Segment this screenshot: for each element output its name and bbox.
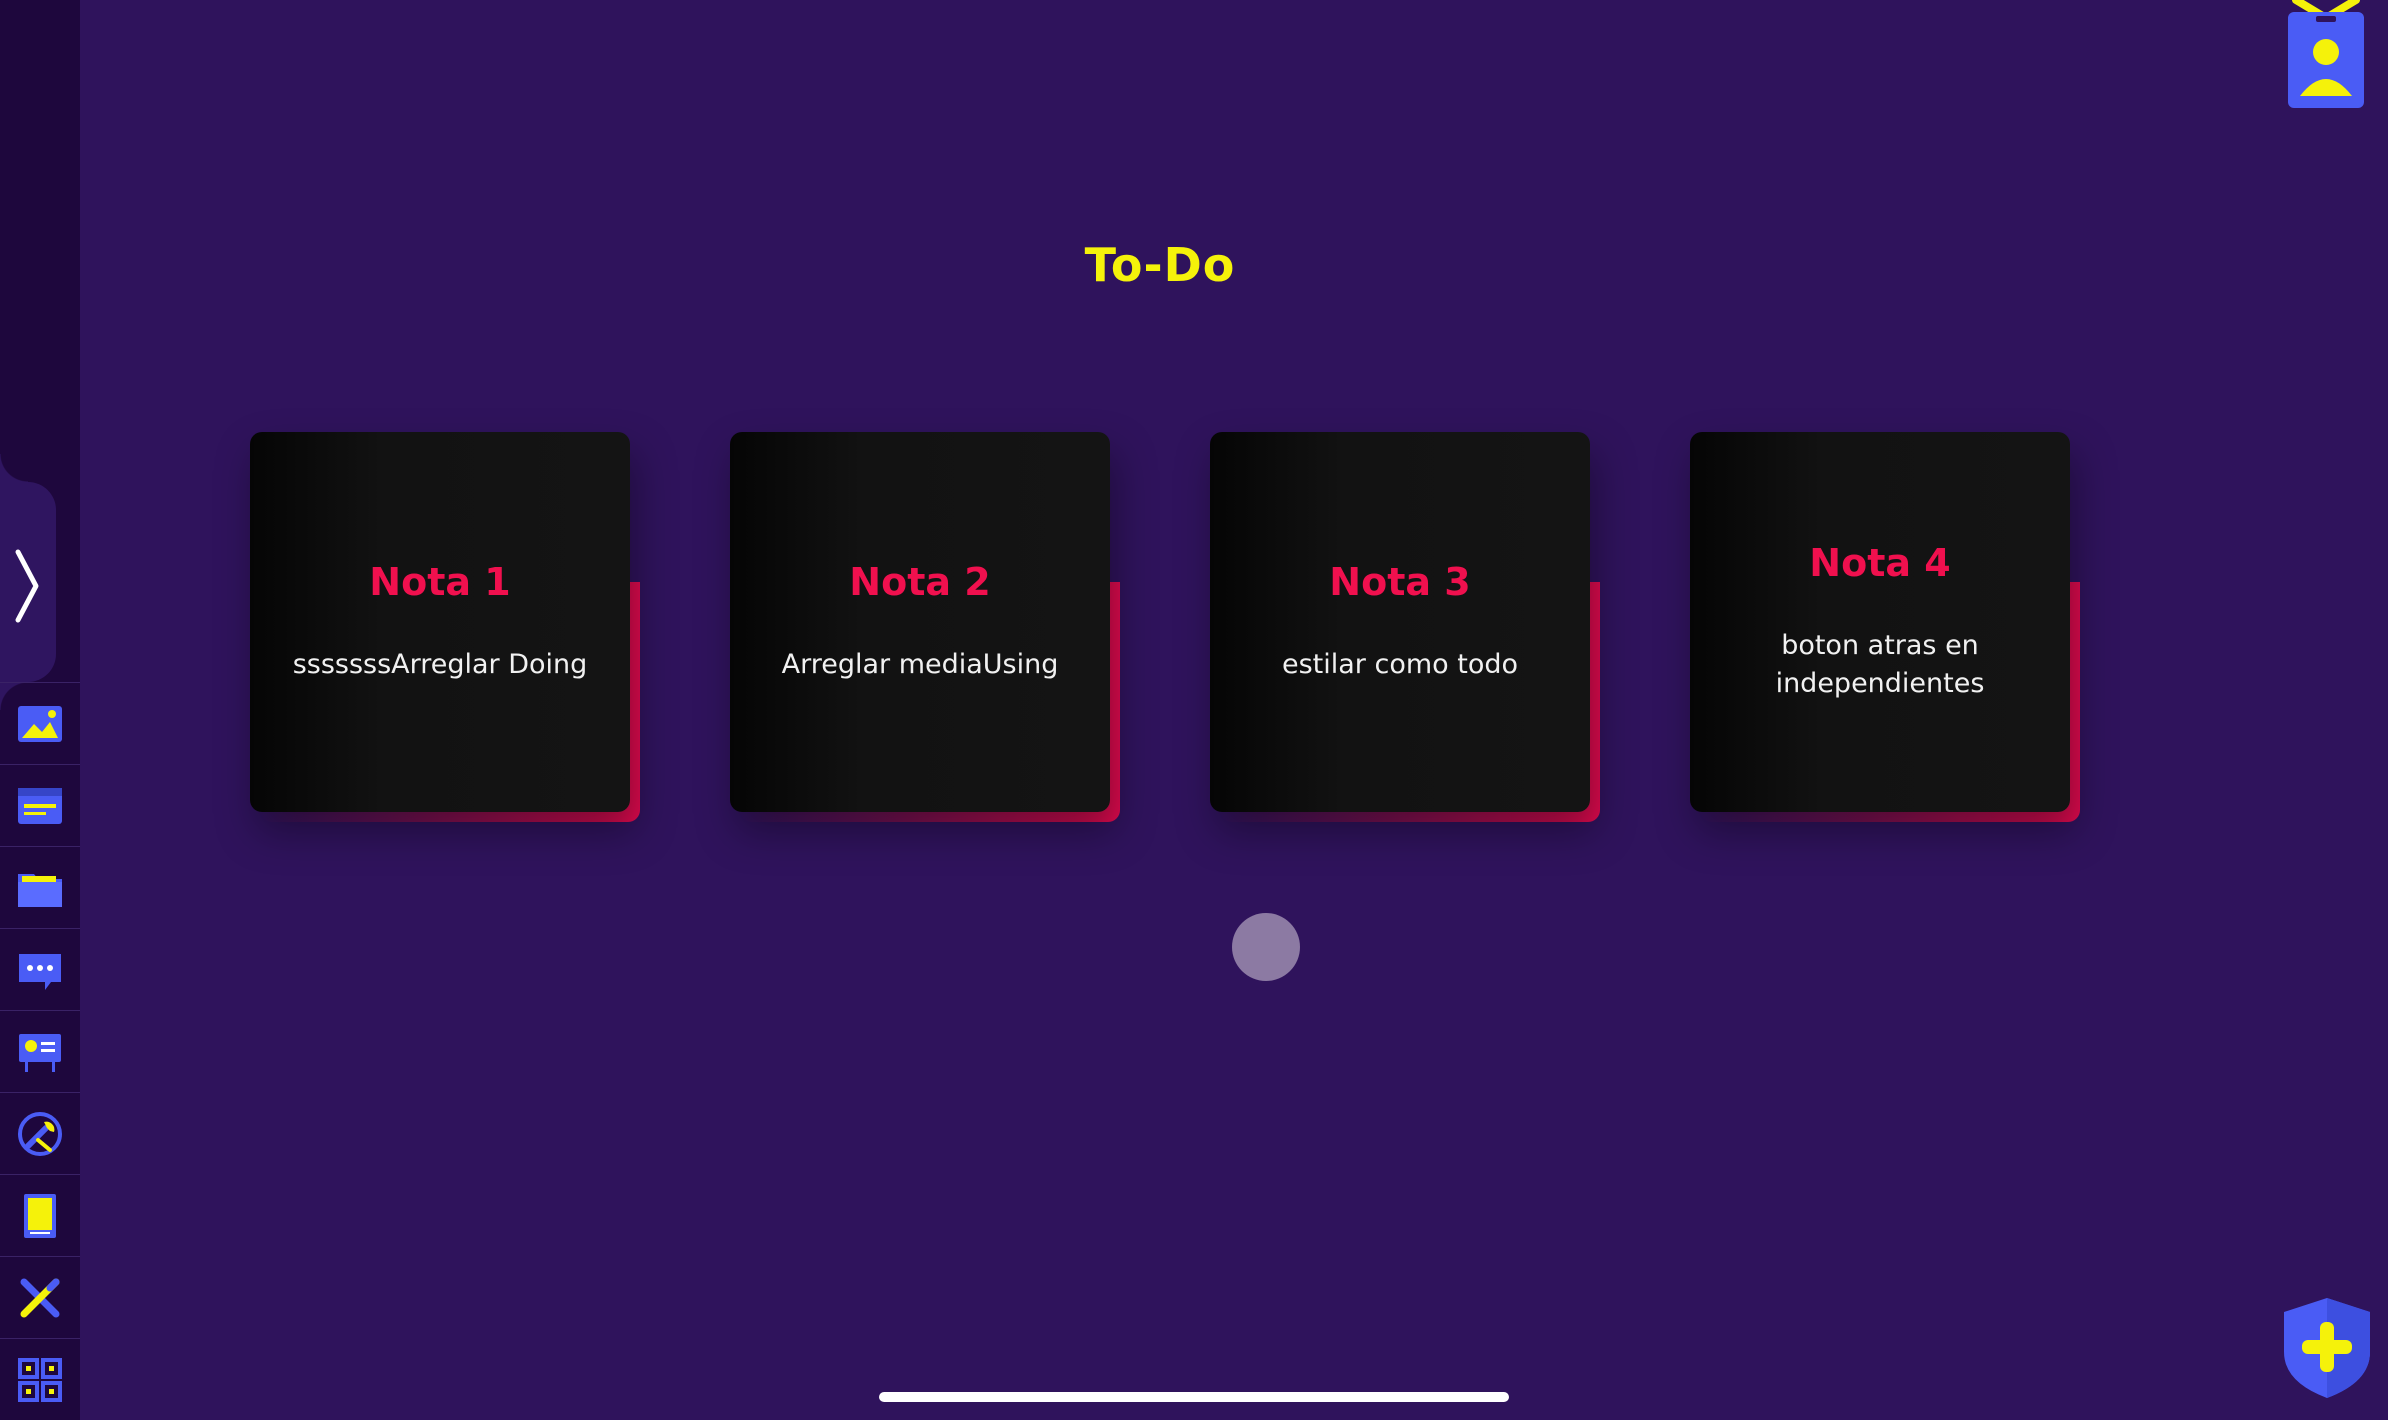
sidebar-item-notepad[interactable]	[0, 1174, 80, 1256]
note-text: Arreglar mediaUsing	[781, 649, 1059, 680]
add-shield-icon[interactable]	[2280, 1296, 2374, 1400]
wrench-tools-icon	[18, 1111, 62, 1156]
note-card-4[interactable]: Nota 4 boton atras en independientes	[1690, 432, 2080, 822]
todo-screen: To-Do Nota 1 sssssssArreglar Doing Nota …	[0, 0, 2388, 1420]
note-title: Nota 2	[849, 560, 991, 604]
home-indicator	[879, 1392, 1509, 1402]
note-card-2[interactable]: Nota 2 Arreglar mediaUsing	[730, 432, 1120, 822]
sidebar-item-tools[interactable]	[0, 1092, 80, 1174]
sidebar-item-id-card[interactable]	[0, 1010, 80, 1092]
page-title: To-Do	[1084, 238, 1236, 292]
chevron-right-icon[interactable]	[12, 548, 42, 624]
profile-badge-icon[interactable]	[2286, 0, 2366, 112]
sidebar-item-design[interactable]	[0, 1256, 80, 1338]
note-title: Nota 3	[1329, 560, 1471, 604]
qr-code-icon	[18, 1357, 62, 1402]
sidebar-item-qr[interactable]	[0, 1338, 80, 1420]
note-title: Nota 4	[1809, 541, 1951, 585]
id-card-icon	[19, 1033, 61, 1072]
note-card-body: Nota 3 estilar como todo	[1210, 432, 1590, 812]
note-text: boton atras en independientes	[1775, 630, 1985, 699]
pencil-ruler-icon	[20, 1278, 60, 1317]
page-indicator-dot[interactable]	[1232, 913, 1300, 981]
sidebar-item-browser[interactable]	[0, 764, 80, 846]
note-card-body: Nota 2 Arreglar mediaUsing	[730, 432, 1110, 812]
sidebar-item-chat[interactable]	[0, 928, 80, 1010]
sidebar	[0, 0, 80, 1420]
note-text: estilar como todo	[1281, 649, 1519, 680]
note-title: Nota 1	[369, 560, 511, 604]
note-card-1[interactable]: Nota 1 sssssssArreglar Doing	[250, 432, 640, 822]
notepad-icon	[24, 1193, 56, 1238]
note-text: sssssssArreglar Doing	[292, 649, 588, 680]
sidebar-item-gallery[interactable]	[0, 682, 80, 764]
image-gallery-icon	[18, 705, 62, 742]
sidebar-item-folder[interactable]	[0, 846, 80, 928]
sidebar-nav	[0, 682, 80, 1420]
folder-icon	[18, 873, 62, 907]
note-card-body: Nota 4 boton atras en independientes	[1690, 432, 2070, 812]
browser-window-icon	[18, 787, 62, 824]
chat-bubble-icon	[19, 953, 61, 990]
note-card-3[interactable]: Nota 3 estilar como todo	[1210, 432, 1600, 822]
note-card-body: Nota 1 sssssssArreglar Doing	[250, 432, 630, 812]
